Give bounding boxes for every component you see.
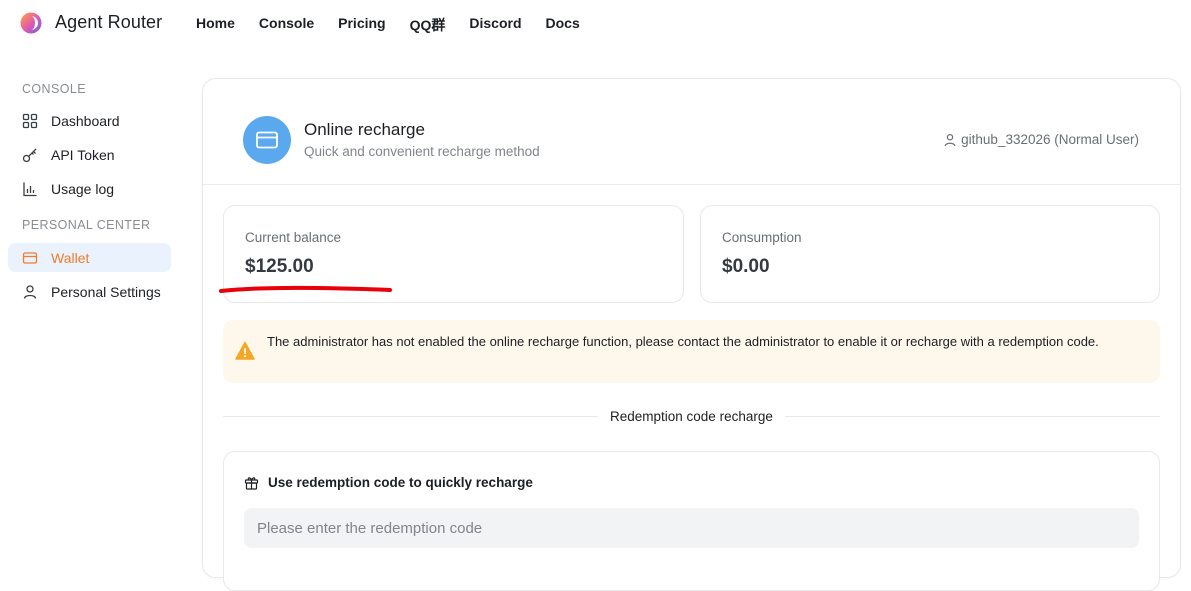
sidebar-item-api-token[interactable]: API Token bbox=[8, 140, 171, 169]
agent-router-logo-icon[interactable] bbox=[19, 11, 43, 35]
notice-text: The administrator has not enabled the on… bbox=[267, 334, 1099, 349]
app-title[interactable]: Agent Router bbox=[55, 12, 162, 33]
current-balance-label: Current balance bbox=[245, 230, 342, 245]
sidebar-item-label: Usage log bbox=[51, 180, 115, 197]
sidebar-section-console: CONSOLE bbox=[22, 82, 86, 96]
sidebar-section-personal-center: PERSONAL CENTER bbox=[22, 218, 151, 232]
sidebar-item-personal-settings[interactable]: Personal Settings bbox=[8, 277, 171, 306]
nav-home[interactable]: Home bbox=[196, 15, 235, 35]
sidebar-item-label: Personal Settings bbox=[51, 283, 161, 300]
sidebar-item-label: Wallet bbox=[51, 249, 90, 266]
consumption-label: Consumption bbox=[722, 230, 802, 245]
user-info: github_332026 (Normal User) bbox=[943, 132, 1139, 147]
user-icon bbox=[22, 284, 38, 300]
sidebar-item-wallet[interactable]: Wallet bbox=[8, 243, 171, 272]
nav-qq-group[interactable]: QQ群 bbox=[410, 15, 446, 35]
gift-icon bbox=[244, 475, 259, 490]
current-balance-value: $125.00 bbox=[245, 256, 314, 277]
redemption-title-text: Use redemption code to quickly recharge bbox=[268, 475, 533, 490]
recharge-disabled-notice: The administrator has not enabled the on… bbox=[223, 320, 1160, 383]
warning-icon bbox=[235, 341, 255, 361]
user-icon bbox=[943, 133, 957, 147]
nav-pricing[interactable]: Pricing bbox=[338, 15, 385, 35]
consumption-value: $0.00 bbox=[722, 256, 770, 277]
online-recharge-card: Online recharge Quick and convenient rec… bbox=[202, 78, 1181, 591]
page-title: Online recharge bbox=[304, 120, 425, 139]
top-navigation-bar: Agent Router Home Console Pricing QQ群 Di… bbox=[0, 0, 1191, 46]
key-icon bbox=[22, 147, 38, 163]
dashboard-icon bbox=[22, 113, 38, 129]
sidebar-item-label: Dashboard bbox=[51, 112, 120, 129]
nav-console[interactable]: Console bbox=[259, 15, 314, 35]
redemption-card: Use redemption code to quickly recharge bbox=[223, 451, 1160, 591]
wallet-icon bbox=[22, 250, 38, 266]
main-nav: Home Console Pricing QQ群 Discord Docs bbox=[196, 15, 604, 35]
card-header: Online recharge Quick and convenient rec… bbox=[203, 79, 1180, 185]
chart-icon bbox=[22, 181, 38, 197]
username-label: github_332026 (Normal User) bbox=[961, 132, 1139, 147]
sidebar-item-label: API Token bbox=[51, 146, 115, 163]
sidebar-item-dashboard[interactable]: Dashboard bbox=[8, 106, 171, 135]
credit-card-icon bbox=[243, 116, 291, 164]
sidebar: CONSOLE Dashboard API Token Usage log PE… bbox=[0, 46, 186, 559]
sidebar-item-usage-log[interactable]: Usage log bbox=[8, 174, 171, 203]
nav-docs[interactable]: Docs bbox=[546, 15, 580, 35]
page-subtitle: Quick and convenient recharge method bbox=[304, 144, 540, 159]
redemption-code-input[interactable] bbox=[244, 508, 1139, 548]
redemption-title: Use redemption code to quickly recharge bbox=[244, 475, 533, 490]
consumption-card: Consumption $0.00 bbox=[700, 205, 1160, 303]
nav-discord[interactable]: Discord bbox=[469, 15, 521, 35]
redemption-section-label: Redemption code recharge bbox=[598, 409, 785, 424]
annotation-underline bbox=[219, 285, 392, 293]
